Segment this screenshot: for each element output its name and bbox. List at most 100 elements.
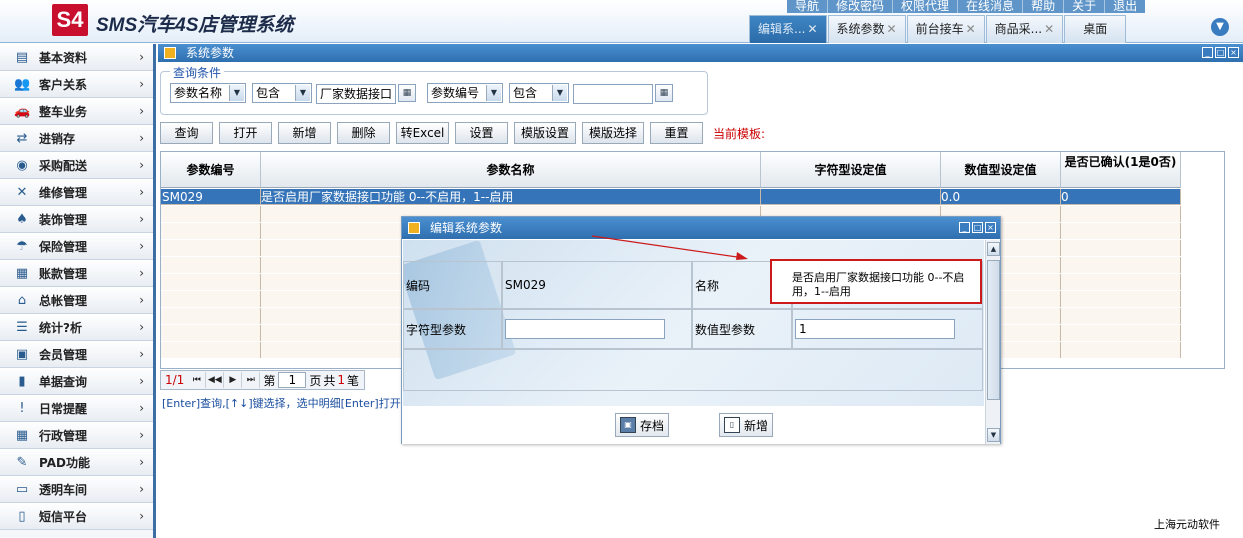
scroll-down-icon[interactable]: ▼ xyxy=(987,428,1000,442)
top-link-permission-proxy[interactable]: 权限代理 xyxy=(892,0,957,13)
calendar-icon[interactable]: ▦ xyxy=(655,84,673,102)
chevron-right-icon: › xyxy=(139,158,144,172)
maximize-icon[interactable]: □ xyxy=(972,222,983,233)
tab-desktop[interactable]: 桌面 xyxy=(1064,15,1127,43)
tools-icon: ✕ xyxy=(16,184,28,200)
sidebar-item-insurance[interactable]: ☂ 保险管理 › xyxy=(0,233,153,260)
chevron-right-icon: › xyxy=(139,104,144,118)
app-header: S4 SMS汽车4S店管理系统 导航 修改密码 权限代理 在线消息 帮助 关于 … xyxy=(0,0,1243,43)
save-button[interactable]: ▣ 存档 xyxy=(615,413,669,437)
sidebar-item-sms[interactable]: ▯ 短信平台 › xyxy=(0,503,153,530)
top-link-about[interactable]: 关于 xyxy=(1063,0,1104,13)
settings-button[interactable]: 设置 xyxy=(455,122,508,144)
field2-select[interactable]: 参数编号 ▼ xyxy=(427,83,503,103)
sidebar-item-document-query[interactable]: ▮ 单据查询 › xyxy=(0,368,153,395)
calendar-icon[interactable]: ▦ xyxy=(398,84,416,102)
query-button[interactable]: 查询 xyxy=(160,122,213,144)
column-header-numeric-value[interactable]: 数值型设定值 xyxy=(941,152,1061,188)
mouse-icon: ▮ xyxy=(18,373,26,389)
window-icon xyxy=(408,222,420,234)
sidebar-item-statistics[interactable]: ☰ 统计?析 › xyxy=(0,314,153,341)
top-link-change-password[interactable]: 修改密码 xyxy=(827,0,892,13)
prev-page-icon[interactable]: ◀◀ xyxy=(206,372,225,388)
page-number-input[interactable]: 1 xyxy=(278,372,307,388)
field1-select[interactable]: 参数名称 ▼ xyxy=(170,83,246,103)
close-icon[interactable]: × xyxy=(1228,47,1239,58)
column-header-name[interactable]: 参数名称 xyxy=(261,152,761,188)
sidebar-item-pad[interactable]: ✎ PAD功能 › xyxy=(0,449,153,476)
sidebar-item-repair[interactable]: ✕ 维修管理 › xyxy=(0,179,153,206)
value1-input[interactable]: 厂家数据接口 xyxy=(316,84,396,104)
sidebar-item-basic-data[interactable]: ▤ 基本资料 › xyxy=(0,44,153,71)
sidebar-item-administration[interactable]: ▦ 行政管理 › xyxy=(0,422,153,449)
sidebar-item-inventory[interactable]: ⇄ 进销存 › xyxy=(0,125,153,152)
template-select-button[interactable]: 模版选择 xyxy=(582,122,644,144)
current-template-label: 当前模板: xyxy=(713,126,766,141)
top-link-online-message[interactable]: 在线消息 xyxy=(957,0,1022,13)
op1-select[interactable]: 包含 ▼ xyxy=(252,83,312,103)
value2-input[interactable] xyxy=(573,84,653,104)
op2-select[interactable]: 包含 ▼ xyxy=(509,83,569,103)
window-controls: _ □ × xyxy=(1200,47,1239,58)
minimize-icon[interactable]: _ xyxy=(959,222,970,233)
sidebar-item-general-ledger[interactable]: ⌂ 总帐管理 › xyxy=(0,287,153,314)
name-value-highlight: 是否启用厂家数据接口功能 0--不启用，1--启用 xyxy=(770,259,982,304)
str-param-label: 字符型参数 xyxy=(403,309,502,349)
footer-company: 上海元动软件 xyxy=(1154,518,1220,531)
column-header-code[interactable]: 参数编号 xyxy=(161,152,261,188)
column-header-string-value[interactable]: 字符型设定值 xyxy=(761,152,941,188)
chevron-right-icon: › xyxy=(139,428,144,442)
delete-button[interactable]: 删除 xyxy=(337,122,390,144)
tab-goods-purchase[interactable]: 商品采... ✕ xyxy=(985,15,1064,43)
chevron-right-icon: › xyxy=(139,320,144,334)
num-param-input[interactable]: 1 xyxy=(795,319,955,339)
close-icon[interactable]: ✕ xyxy=(966,22,976,36)
total-label: 共 xyxy=(323,373,336,388)
reset-button[interactable]: 重置 xyxy=(650,122,703,144)
top-link-help[interactable]: 帮助 xyxy=(1022,0,1063,13)
maximize-icon[interactable]: □ xyxy=(1215,47,1226,58)
sidebar-item-transparent-workshop[interactable]: ▭ 透明车间 › xyxy=(0,476,153,503)
app-title: SMS汽车4S店管理系统 xyxy=(96,15,294,36)
close-icon[interactable]: ✕ xyxy=(887,22,897,36)
top-link-exit[interactable]: 退出 xyxy=(1104,0,1145,13)
minimize-icon[interactable]: _ xyxy=(1202,47,1213,58)
first-page-icon[interactable]: ⏮ xyxy=(188,372,207,388)
new-button[interactable]: ▯ 新增 xyxy=(719,413,773,437)
sidebar-item-members[interactable]: ▣ 会员管理 › xyxy=(0,341,153,368)
scroll-up-icon[interactable]: ▲ xyxy=(987,242,1000,256)
basket-icon: ⌂ xyxy=(17,292,27,308)
template-settings-button[interactable]: 模版设置 xyxy=(514,122,576,144)
close-icon[interactable]: ✕ xyxy=(1044,22,1054,36)
tab-front-reception[interactable]: 前台接车 ✕ xyxy=(906,15,985,43)
close-icon[interactable]: × xyxy=(985,222,996,233)
add-button[interactable]: 新增 xyxy=(278,122,331,144)
table-row[interactable]: SM029 是否启用厂家数据接口功能 0--不启用，1--启用 0.0 0 xyxy=(161,189,1181,205)
scroll-thumb[interactable] xyxy=(987,260,1000,400)
page-indicator: 1/1 xyxy=(165,373,185,387)
tab-dropdown-icon[interactable]: ▼ xyxy=(1211,18,1229,36)
export-excel-button[interactable]: 转Excel xyxy=(396,122,449,144)
sidebar-item-daily-reminder[interactable]: ! 日常提醒 › xyxy=(0,395,153,422)
sidebar-item-customer-relations[interactable]: 👥 客户关系 › xyxy=(0,71,153,98)
monitor-icon: ▭ xyxy=(15,481,29,497)
num-param-label: 数值型参数 xyxy=(692,309,792,349)
tab-edit-system[interactable]: 编辑系... ✕ xyxy=(749,15,827,43)
top-link-nav[interactable]: 导航 xyxy=(787,0,827,13)
chevron-right-icon: › xyxy=(139,77,144,91)
last-page-icon[interactable]: ⏭ xyxy=(242,372,261,388)
str-param-input[interactable] xyxy=(505,319,665,339)
sidebar-item-purchase-delivery[interactable]: ◉ 采购配送 › xyxy=(0,152,153,179)
edit-icon: ✎ xyxy=(16,454,28,470)
close-icon[interactable]: ✕ xyxy=(807,22,817,36)
sidebar-item-accounts[interactable]: ▦ 账款管理 › xyxy=(0,260,153,287)
calculator-icon: ▦ xyxy=(15,265,29,281)
next-page-icon[interactable]: ▶ xyxy=(224,372,243,388)
window-icon xyxy=(164,47,176,59)
sidebar-item-decoration[interactable]: ♠ 装饰管理 › xyxy=(0,206,153,233)
sidebar-item-vehicle-business[interactable]: 🚗 整车业务 › xyxy=(0,98,153,125)
dialog-scrollbar[interactable]: ▲ ▼ xyxy=(985,240,1000,444)
open-button[interactable]: 打开 xyxy=(219,122,272,144)
column-header-confirmed[interactable]: 是否已确认(1是0否) xyxy=(1061,152,1181,188)
tab-system-params[interactable]: 系统参数 ✕ xyxy=(827,15,906,43)
